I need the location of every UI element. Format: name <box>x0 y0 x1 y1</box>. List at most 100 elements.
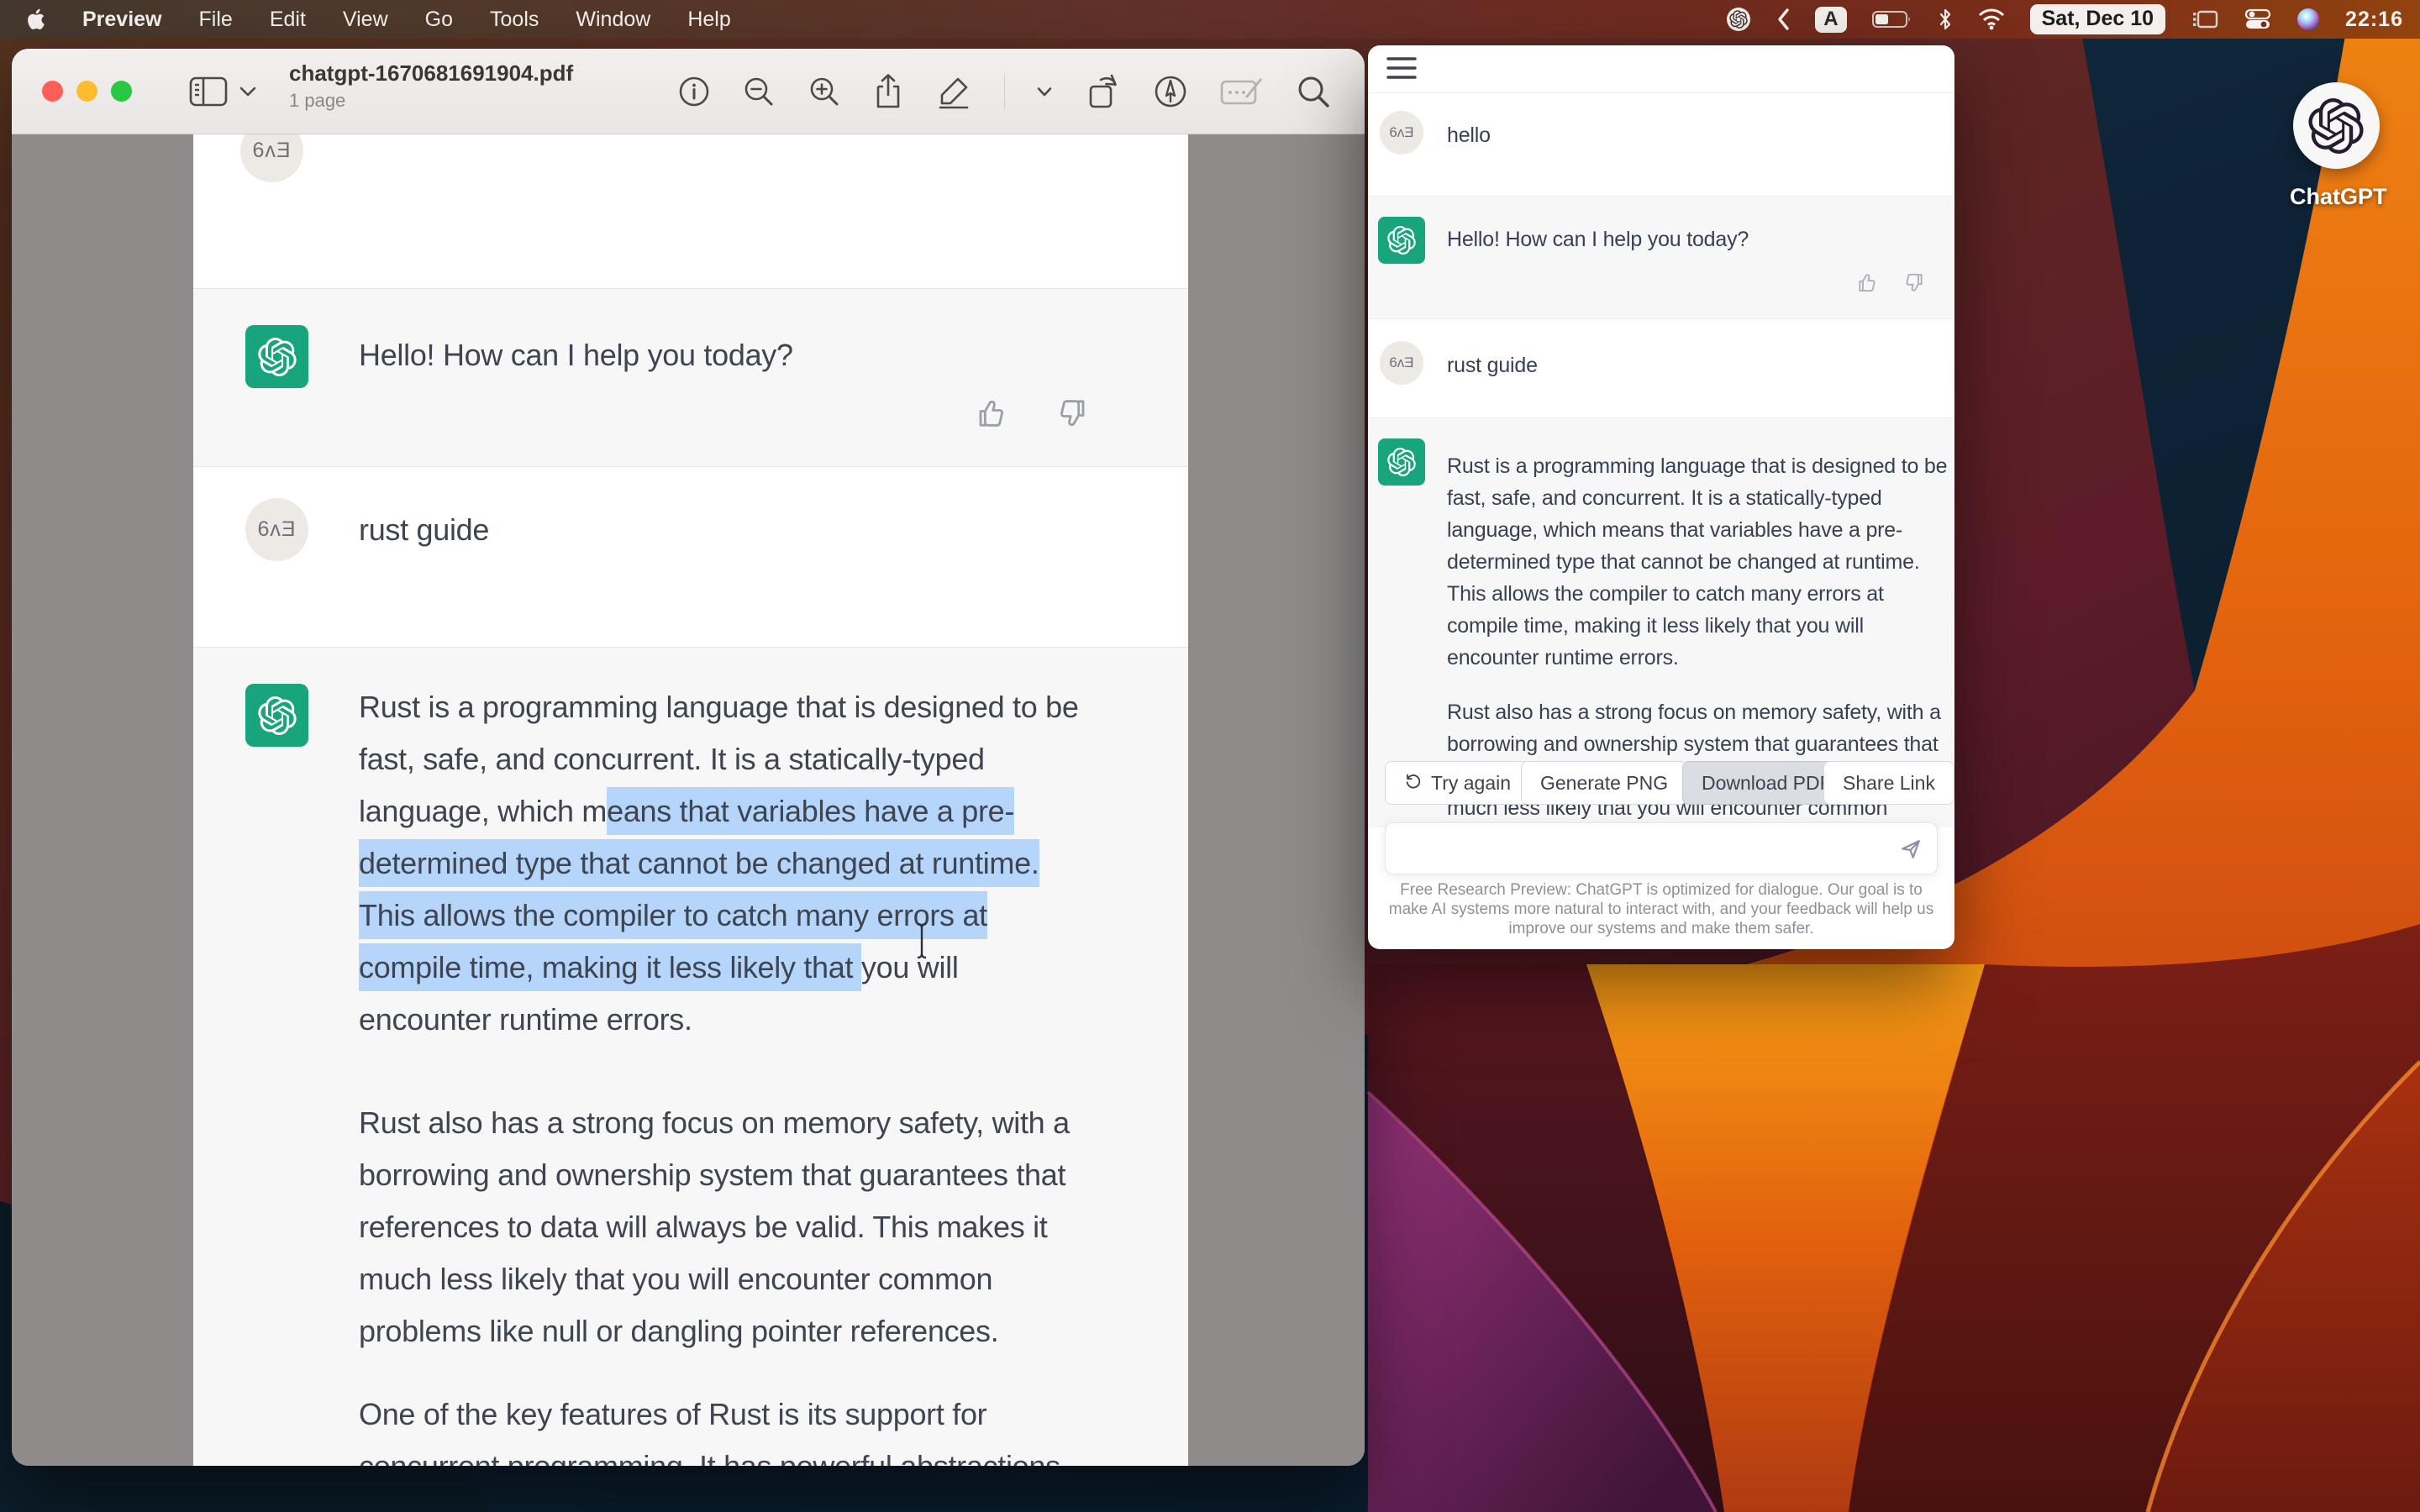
chatgpt-app-icon <box>2293 82 2380 169</box>
markup-pen-icon[interactable] <box>935 73 972 110</box>
menu-view[interactable]: View <box>343 8 388 32</box>
sidebar-toggle-icon[interactable] <box>189 75 228 108</box>
menubar-date[interactable]: Sat, Dec 10 <box>2030 4 2165 34</box>
menu-tools[interactable]: Tools <box>490 8 539 32</box>
thumbs-down-icon[interactable] <box>1054 396 1087 434</box>
divider <box>1368 92 1954 93</box>
user-avatar-glyph: 6ʌƎ <box>1389 354 1413 371</box>
chatgpt-avatar <box>1378 217 1425 264</box>
input-source-icon[interactable]: A <box>1815 7 1846 33</box>
menu-go[interactable]: Go <box>425 8 453 32</box>
feedback-icons <box>976 396 1087 434</box>
toolbar-divider <box>1004 73 1005 110</box>
user-avatar: 6ʌƎ <box>1380 341 1423 385</box>
wifi-icon[interactable] <box>1978 8 2005 30</box>
thumbs-up-icon[interactable] <box>976 396 1010 434</box>
pdf-line: language, which means that variables hav… <box>359 794 1014 829</box>
sidebar-chevron-down-icon[interactable] <box>239 86 256 97</box>
chat-assistant-para-1: Rust is a programming language that is d… <box>1447 450 1947 674</box>
menu-app-name[interactable]: Preview <box>82 8 162 32</box>
share-link-label: Share Link <box>1843 772 1935 795</box>
send-icon[interactable] <box>1900 838 1922 864</box>
pdf-line: encounter runtime errors. <box>359 1002 692 1037</box>
preview-window: chatgpt-1670681691904.pdf 1 page <box>12 49 1365 1466</box>
pdf-line: fast, safe, and concurrent. It is a stat… <box>359 742 985 777</box>
pdf-line: This allows the compiler to catch many e… <box>359 898 987 933</box>
menu-bar: Preview File Edit View Go Tools Window H… <box>0 0 2420 39</box>
openai-status-icon[interactable] <box>1726 7 1751 32</box>
feedback-icons <box>1857 271 1924 298</box>
pdf-assistant-section-1: Hello! How can I help you today? <box>193 288 1188 467</box>
chat-assistant-para-2: Rust also has a strong focus on memory s… <box>1447 696 1941 824</box>
chatgpt-avatar <box>1378 438 1425 486</box>
user-avatar-glyph: 6ʌƎ <box>257 517 296 542</box>
pdf-user-prompt: rust guide <box>359 512 489 548</box>
info-icon[interactable] <box>678 76 710 108</box>
generate-png-label: Generate PNG <box>1540 772 1668 795</box>
text-cursor <box>914 922 929 959</box>
chat-user-msg-1: hello <box>1447 119 1491 151</box>
selected-text: determined type that cannot be changed a… <box>359 839 1039 887</box>
screen-mirroring-icon[interactable] <box>2191 8 2219 30</box>
chatgpt-avatar <box>245 325 308 388</box>
markup-chevron-icon[interactable] <box>1037 87 1052 97</box>
selected-text: compile time, making it less likely that <box>359 943 861 991</box>
pdf-assistant-section-2: Rust is a programming language that is d… <box>193 647 1188 1466</box>
chat-assistant-section-1: Hello! How can I help you today? <box>1368 196 1954 319</box>
chatgpt-desktop-icon[interactable]: ChatGPT <box>2290 82 2382 217</box>
pdf-line: compile time, making it less likely that… <box>359 950 959 985</box>
siri-icon[interactable] <box>2296 8 2320 31</box>
menu-edit[interactable]: Edit <box>270 8 306 32</box>
user-avatar-glyph: 6ʌƎ <box>252 139 291 163</box>
hamburger-menu-icon[interactable] <box>1386 55 1417 85</box>
user-avatar-partial: 6ʌƎ <box>240 134 303 182</box>
retry-icon <box>1404 771 1423 795</box>
share-icon[interactable] <box>873 73 903 110</box>
pdf-paragraph-2: Rust also has a strong focus on memory s… <box>359 1097 1070 1357</box>
footer-disclaimer: Free Research Preview: ChatGPT is optimi… <box>1385 880 1938 938</box>
bluetooth-icon[interactable] <box>1938 8 1953 31</box>
pdf-line: Rust is a programming language that is d… <box>359 690 1079 725</box>
document-title: chatgpt-1670681691904.pdf <box>289 60 573 87</box>
document-page-count: 1 page <box>289 90 573 112</box>
annotate-pen-icon[interactable] <box>1153 74 1188 109</box>
user-avatar: 6ʌƎ <box>1380 111 1423 155</box>
share-link-button[interactable]: Share Link <box>1823 761 1954 805</box>
try-again-button[interactable]: Try again <box>1385 761 1530 805</box>
zoom-window-button[interactable] <box>111 81 132 102</box>
zoom-out-icon[interactable] <box>742 75 776 108</box>
search-icon[interactable] <box>1296 74 1331 109</box>
message-input[interactable] <box>1385 822 1938 874</box>
pdf-paragraph-3: One of the key features of Rust is its s… <box>359 1389 1069 1466</box>
menubar-clock[interactable]: 22:16 <box>2345 8 2403 32</box>
thumbs-up-icon[interactable] <box>1857 271 1880 298</box>
minimize-button[interactable] <box>76 81 97 102</box>
close-button[interactable] <box>42 81 63 102</box>
text-segment: you will <box>861 950 959 984</box>
pdf-assistant-greeting: Hello! How can I help you today? <box>359 338 793 373</box>
selected-text: This allows the compiler to catch many e… <box>359 891 987 939</box>
generate-png-button[interactable]: Generate PNG <box>1521 761 1687 805</box>
menu-window[interactable]: Window <box>576 8 650 32</box>
form-fill-icon[interactable] <box>1220 75 1264 108</box>
rotate-icon[interactable] <box>1084 73 1121 110</box>
try-again-label: Try again <box>1431 772 1511 795</box>
chevron-left-status-icon[interactable] <box>1776 8 1790 31</box>
download-pdf-label: Download PDF <box>1702 772 1832 795</box>
chat-assistant-greeting: Hello! How can I help you today? <box>1447 223 1749 255</box>
menu-file[interactable]: File <box>199 8 233 32</box>
apple-menu-icon[interactable] <box>25 8 45 31</box>
preview-title-bar[interactable]: chatgpt-1670681691904.pdf 1 page <box>12 49 1365 134</box>
user-avatar: 6ʌƎ <box>245 498 308 561</box>
menu-help[interactable]: Help <box>687 8 730 32</box>
chat-user-msg-2: rust guide <box>1447 349 1538 381</box>
zoom-in-icon[interactable] <box>808 75 841 108</box>
battery-icon[interactable] <box>1872 9 1912 29</box>
thumbs-down-icon[interactable] <box>1902 271 1924 298</box>
text-segment: language, which m <box>359 794 607 828</box>
control-center-icon[interactable] <box>2244 8 2271 30</box>
user-avatar-glyph: 6ʌƎ <box>1389 124 1413 141</box>
pdf-canvas[interactable]: 6ʌƎ Hello! How can I help you today? <box>12 134 1365 1466</box>
pdf-page[interactable]: 6ʌƎ Hello! How can I help you today? <box>193 134 1188 1466</box>
chatgpt-window: 6ʌƎ hello Hello! How can I help you toda… <box>1368 45 1954 949</box>
